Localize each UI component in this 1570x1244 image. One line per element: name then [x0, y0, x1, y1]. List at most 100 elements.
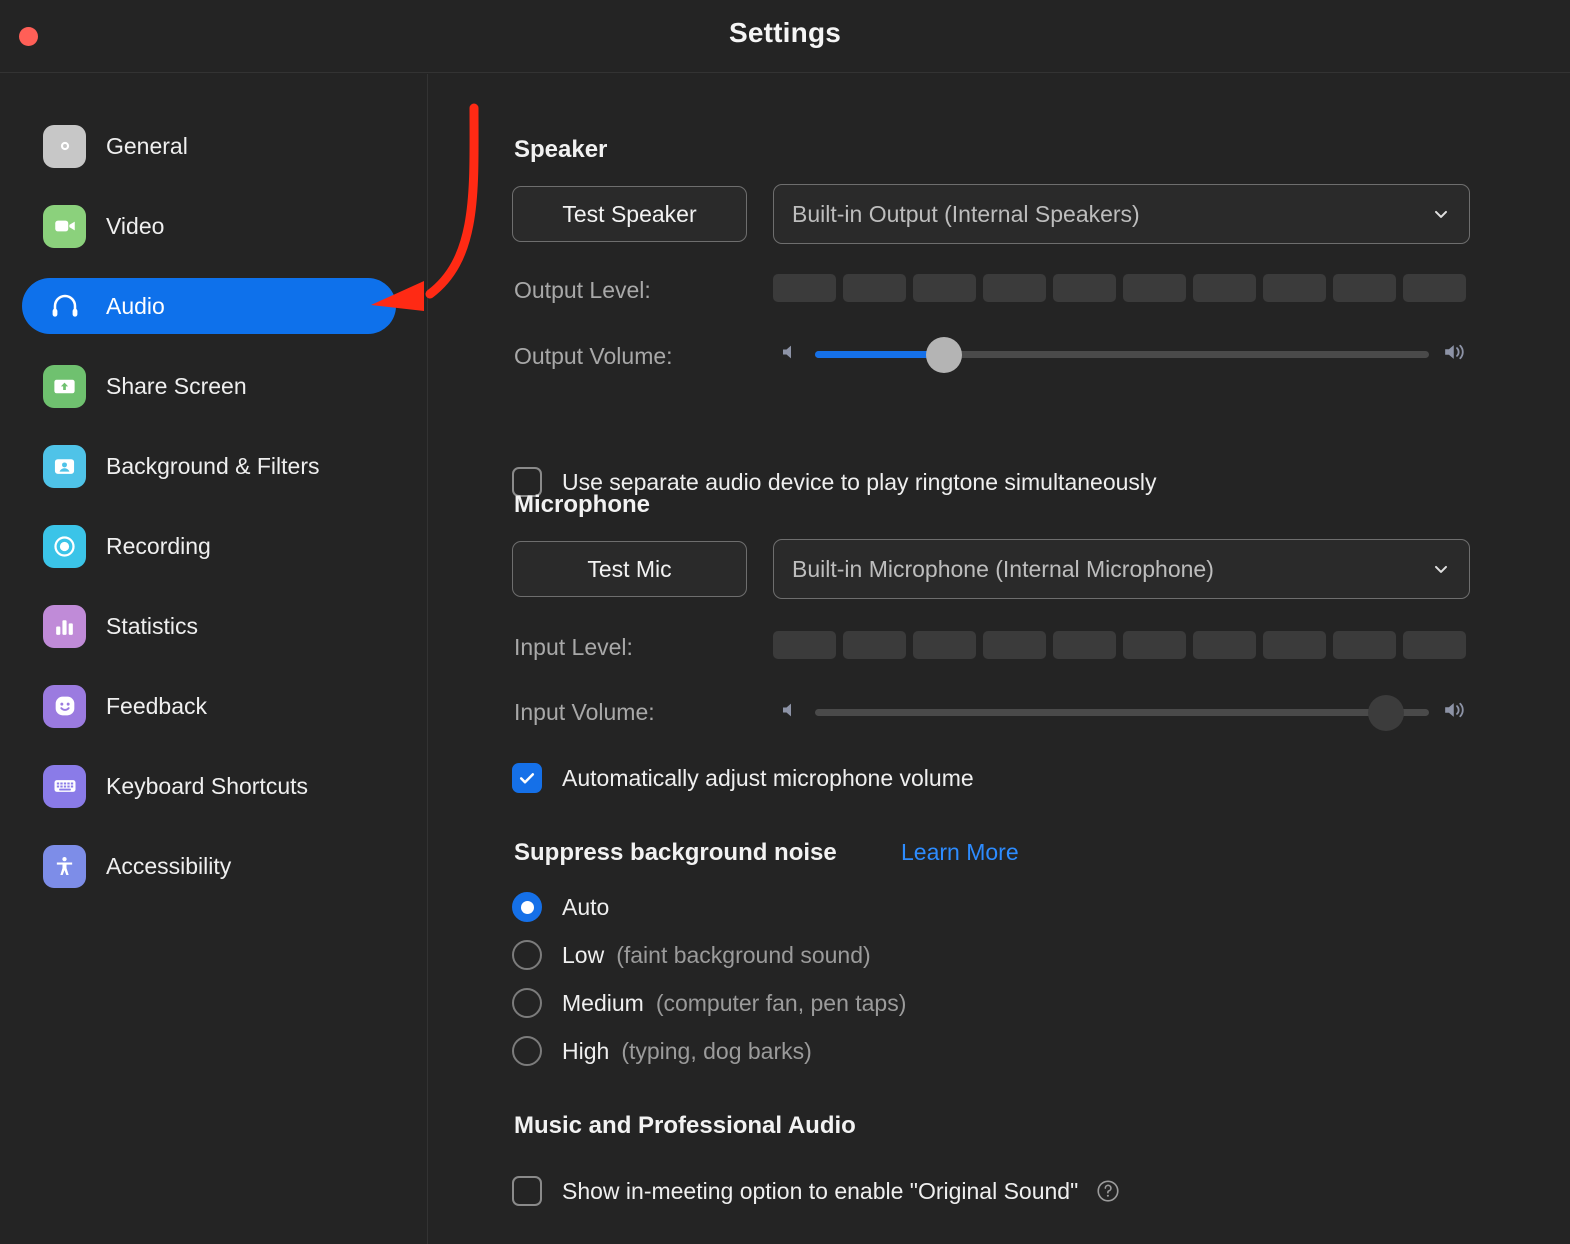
level-segment — [913, 631, 976, 659]
level-segment — [1403, 274, 1466, 302]
microphone-device-dropdown[interactable]: Built-in Microphone (Internal Microphone… — [773, 539, 1470, 599]
original-sound-checkbox[interactable] — [512, 1176, 542, 1206]
level-segment — [843, 274, 906, 302]
chevron-down-icon — [1431, 204, 1451, 224]
radio-high[interactable] — [512, 1036, 542, 1066]
auto-adjust-mic-label: Automatically adjust microphone volume — [562, 764, 974, 791]
share-screen-icon — [43, 364, 86, 408]
record-circle-icon — [43, 524, 86, 568]
auto-adjust-mic-checkbox-row[interactable]: Automatically adjust microphone volume — [512, 763, 974, 793]
level-segment — [1333, 631, 1396, 659]
sidebar-item-label: Feedback — [106, 692, 208, 719]
output-volume-track[interactable] — [815, 336, 1429, 373]
sidebar-item-label: Background & Filters — [106, 452, 320, 479]
input-volume-slider[interactable] — [779, 690, 1471, 734]
original-sound-label: Show in-meeting option to enable "Origin… — [562, 1177, 1079, 1204]
sidebar-item-label: Recording — [106, 532, 211, 559]
noise-option-high[interactable]: High (typing, dog barks) — [512, 1036, 812, 1066]
sidebar-item-label: Statistics — [106, 612, 199, 639]
sidebar-item-label: Keyboard Shortcuts — [106, 772, 309, 799]
sidebar-item-audio[interactable]: Audio — [22, 278, 396, 334]
mic-low-icon — [779, 698, 803, 727]
noise-option-hint: (computer fan, pen taps) — [655, 989, 907, 1016]
output-volume-thumb[interactable] — [925, 336, 962, 373]
original-sound-checkbox-row[interactable]: Show in-meeting option to enable "Origin… — [512, 1176, 1121, 1206]
noise-option-low[interactable]: Low (faint background sound) — [512, 940, 871, 970]
output-volume-slider[interactable] — [779, 332, 1471, 376]
sidebar-item-label: Accessibility — [106, 852, 232, 879]
sidebar-item-general[interactable]: General — [22, 118, 396, 174]
level-segment — [1123, 631, 1186, 659]
sidebar-item-recording[interactable]: Recording — [22, 518, 396, 574]
music-audio-heading: Music and Professional Audio — [514, 1112, 856, 1139]
test-mic-button[interactable]: Test Mic — [512, 541, 747, 597]
sidebar-item-label: Video — [106, 212, 165, 239]
level-segment — [1123, 274, 1186, 302]
auto-adjust-mic-checkbox[interactable] — [512, 763, 542, 793]
level-segment — [1053, 274, 1116, 302]
person-frame-icon — [43, 444, 86, 488]
test-speaker-button[interactable]: Test Speaker — [512, 186, 747, 242]
speaker-device-dropdown[interactable]: Built-in Output (Internal Speakers) — [773, 184, 1470, 244]
level-segment — [1263, 274, 1326, 302]
noise-option-hint: (typing, dog barks) — [621, 1037, 812, 1064]
sidebar-item-feedback[interactable]: Feedback — [22, 678, 396, 734]
noise-option-hint: (faint background sound) — [616, 941, 871, 968]
input-level-meter — [773, 631, 1466, 659]
sidebar-item-video[interactable]: Video — [22, 198, 396, 254]
sidebar-item-label: Audio — [106, 292, 165, 319]
input-level-label: Input Level: — [514, 634, 633, 660]
radio-auto[interactable] — [512, 892, 542, 922]
speaker-section-heading: Speaker — [514, 136, 608, 163]
noise-option-label: Auto — [562, 893, 610, 920]
level-segment — [983, 274, 1046, 302]
level-segment — [1193, 631, 1256, 659]
sidebar-item-background-filters[interactable]: Background & Filters — [22, 438, 396, 494]
microphone-device-value: Built-in Microphone (Internal Microphone… — [792, 555, 1214, 582]
video-camera-icon — [43, 204, 86, 248]
suppress-noise-heading: Suppress background noise — [514, 839, 837, 866]
question-mark-circle-icon[interactable] — [1095, 1178, 1121, 1204]
level-segment — [1333, 274, 1396, 302]
level-segment — [843, 631, 906, 659]
input-volume-label: Input Volume: — [514, 699, 655, 725]
level-segment — [1193, 274, 1256, 302]
sidebar-item-statistics[interactable]: Statistics — [22, 598, 396, 654]
radio-low[interactable] — [512, 940, 542, 970]
sidebar-item-label: General — [106, 132, 188, 159]
speaker-high-icon — [1443, 339, 1471, 370]
level-segment — [983, 631, 1046, 659]
speaker-low-icon — [779, 340, 803, 369]
accessibility-icon — [43, 844, 86, 888]
keyboard-icon — [43, 764, 86, 808]
noise-option-label: High — [562, 1037, 610, 1064]
level-segment — [1403, 631, 1466, 659]
gear-icon — [43, 124, 86, 168]
sidebar-item-keyboard-shortcuts[interactable]: Keyboard Shortcuts — [22, 758, 396, 814]
sidebar-item-share-screen[interactable]: Share Screen — [22, 358, 396, 414]
level-segment — [913, 274, 976, 302]
sidebar-item-accessibility[interactable]: Accessibility — [22, 838, 396, 894]
level-segment — [773, 631, 836, 659]
window-title: Settings — [728, 17, 842, 48]
learn-more-link[interactable]: Learn More — [901, 839, 1019, 866]
ringtone-device-label: Use separate audio device to play ringto… — [562, 468, 1157, 495]
input-volume-thumb[interactable] — [1368, 694, 1405, 731]
level-segment — [1263, 631, 1326, 659]
noise-option-medium[interactable]: Medium (computer fan, pen taps) — [512, 988, 906, 1018]
output-volume-fill — [815, 350, 944, 358]
output-level-label: Output Level: — [514, 277, 651, 303]
level-segment — [1053, 631, 1116, 659]
input-volume-track[interactable] — [815, 694, 1429, 731]
output-volume-label: Output Volume: — [514, 343, 673, 369]
chevron-down-icon — [1431, 559, 1451, 579]
noise-option-label: Medium — [562, 989, 644, 1016]
smiley-face-icon — [43, 684, 86, 728]
headphones-icon — [43, 285, 86, 328]
noise-option-auto[interactable]: Auto — [512, 892, 609, 922]
level-segment — [773, 274, 836, 302]
output-level-meter — [773, 274, 1466, 302]
microphone-section-heading: Microphone — [514, 491, 650, 518]
radio-medium[interactable] — [512, 988, 542, 1018]
speaker-device-value: Built-in Output (Internal Speakers) — [792, 200, 1140, 227]
